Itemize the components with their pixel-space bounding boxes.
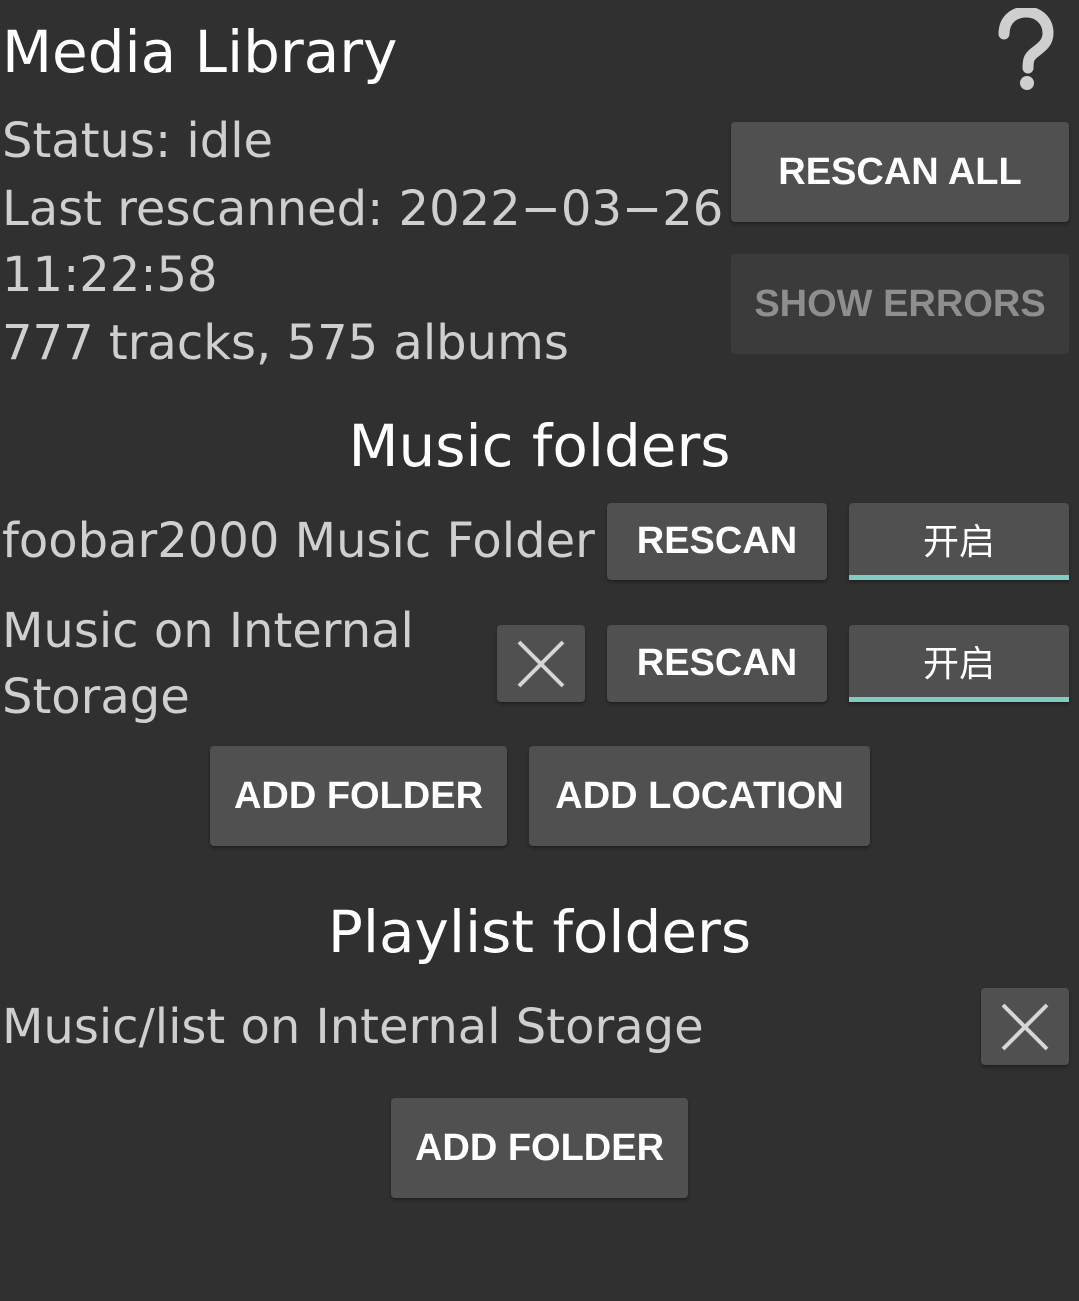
remove-playlist-folder-button[interactable] [981, 988, 1069, 1065]
music-folder-label: Music on Internal [2, 603, 414, 659]
add-location-button[interactable]: ADD LOCATION [529, 746, 870, 846]
library-counts: 777 tracks, 575 albums [2, 315, 569, 371]
folder-enable-toggle[interactable]: 开启 [849, 503, 1069, 580]
question-mark-icon[interactable] [994, 6, 1054, 96]
page-title: Media Library [2, 18, 398, 86]
status-text: Status: idle [2, 113, 274, 169]
playlist-folders-heading: Playlist folders [327, 898, 752, 966]
rescan-folder-button[interactable]: RESCAN [607, 625, 827, 702]
music-folder-label: foobar2000 Music Folder [2, 513, 595, 569]
last-rescanned-time: 11:22:58 [2, 247, 218, 303]
playlist-folder-label: Music/list on Internal Storage [2, 999, 704, 1055]
folder-enable-toggle[interactable]: 开启 [849, 625, 1069, 702]
last-rescanned-text: Last rescanned: 2022−03−26 [2, 181, 724, 237]
music-folders-heading: Music folders [348, 412, 731, 480]
close-icon [1001, 1003, 1049, 1050]
music-folder-label-cont: Storage [2, 669, 190, 725]
add-folder-button[interactable]: ADD FOLDER [210, 746, 507, 846]
close-icon [517, 640, 565, 687]
rescan-all-button[interactable]: RESCAN ALL [731, 122, 1069, 222]
media-library-page: Media Library Status: idle Last rescanne… [0, 0, 1079, 1301]
rescan-folder-button[interactable]: RESCAN [607, 503, 827, 580]
remove-folder-button[interactable] [497, 625, 585, 702]
show-errors-button[interactable]: SHOW ERRORS [731, 254, 1069, 354]
add-playlist-folder-button[interactable]: ADD FOLDER [391, 1098, 688, 1198]
